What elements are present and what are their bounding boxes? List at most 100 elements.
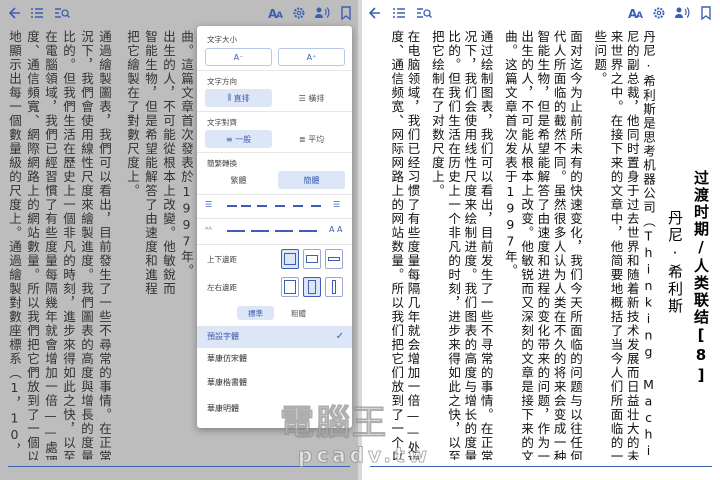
- divider: [197, 111, 352, 112]
- arrow-left-icon[interactable]: [8, 4, 22, 22]
- text-column: 度、通信頻寬、網際網路上的網站數量。所以我們把它們放到了一個以同等: [25, 30, 40, 460]
- gear-icon[interactable]: [292, 4, 306, 22]
- reading-settings-popup: 文字大小 A⁻ A⁺ 文字方向 ⫼ 直排 ☰ 橫排 文字對齊 ≡ 一般 ≣ 平均…: [197, 26, 352, 428]
- line-spacing-slider[interactable]: ☰ ☰: [205, 199, 345, 213]
- check-icon: ✓: [335, 331, 344, 342]
- right-toolbar: AA: [362, 0, 720, 26]
- read-aloud-icon[interactable]: [314, 4, 330, 22]
- text-column: 比的。但我们生活在历史上一个非凡的时刻，进步来得如此之快，以至于我们: [446, 30, 462, 460]
- text-align-controls: ≡ 一般 ≣ 平均: [205, 130, 345, 148]
- horizontal-margin-row: 左右邊距: [205, 276, 345, 298]
- line-spacing-large-icon: ☰: [333, 200, 341, 209]
- weight-standard-button[interactable]: 標準: [237, 306, 274, 320]
- text-column: 智能生物，但是希望能解答了由速度和进程的变化带来的问题，作为一个已经: [536, 30, 551, 460]
- text-column: 面对迄今为止前所未有的快速变化，我们今天所面临的问题与以往任何一: [568, 30, 583, 460]
- arrow-left-icon[interactable]: [368, 4, 382, 22]
- read-aloud-icon[interactable]: [674, 4, 690, 22]
- font-option-label: 華康楷書體: [207, 378, 247, 387]
- font-size-label: 文字大小: [207, 35, 237, 44]
- convert-simplified-button[interactable]: 簡體: [278, 171, 345, 189]
- letter-spacing-small-icon: ᴬᴬ: [205, 225, 212, 234]
- font-smaller-button[interactable]: A⁻: [205, 48, 272, 66]
- text-column: 通過繪製圖表，我們可以看出，目前發生了一些不尋常的事情。在正常: [97, 30, 112, 460]
- slider-tick: [275, 230, 293, 232]
- text-direction-controls: ⫼ 直排 ☰ 橫排: [205, 89, 345, 107]
- right-reader-panel: AA 过渡时期/人类联结[8] 丹尼·希利斯 丹尼·希利斯是思考机器公司（Thi…: [362, 0, 720, 480]
- text-column: 代人所面临的截然不同。虽然很多人认为人类在不久的将来会变成一种不同的: [552, 30, 567, 460]
- watermark-logo: 電腦王: [280, 403, 388, 444]
- text-column: 来世界之中。在接下来的文章中，他简要地概括了当今人们所面临的一: [609, 30, 624, 460]
- align-justify-button[interactable]: ≣ 平均: [278, 130, 345, 148]
- vmargin-option-medium[interactable]: [303, 249, 321, 269]
- font-option-label: 預設字體: [207, 332, 239, 341]
- text-column: 況下，我們會使用線性尺度來繪製進度。我們圖表的高度與增長的度量是成正: [79, 30, 94, 460]
- chapter-author: 丹尼·希利斯: [666, 210, 684, 315]
- svg-text:A: A: [636, 11, 643, 21]
- text-column: 曲。这篇文章首次发表于1997年。: [503, 30, 518, 278]
- font-option-fangsong[interactable]: 華康仿宋體: [197, 348, 352, 370]
- text-column: 比的。但我們生活在歷史上一個非凡的時刻，進步來得如此之快，以至於我們: [61, 30, 76, 460]
- slider-tick: [257, 205, 267, 207]
- font-option-default[interactable]: 預設字體 ✓: [197, 326, 352, 348]
- direction-vertical-button[interactable]: ⫼ 直排: [205, 89, 272, 107]
- font-size-controls: A⁻ A⁺: [205, 48, 345, 66]
- font-larger-button[interactable]: A⁺: [278, 48, 345, 66]
- direction-horizontal-label: 橫排: [308, 93, 325, 103]
- text-column: 地顯示出每一個數量級的尺度上。通過繪製對數座標系（1，10，100，: [7, 30, 22, 460]
- svg-text:A: A: [276, 11, 283, 21]
- convert-label: 簡繁轉換: [207, 159, 237, 168]
- font-size-icon[interactable]: AA: [628, 4, 644, 22]
- text-column: 出生的人，不可能從根本上改變。他敏銳而: [161, 30, 176, 296]
- font-weight-controls: 標準 粗體: [237, 306, 317, 320]
- vertical-margin-row: 上下邊距: [205, 248, 345, 270]
- divider: [197, 70, 352, 71]
- text-column: 在电脑领域，我们已经习惯了有些度量每隔几年就会增加一倍——处理器速: [406, 30, 421, 460]
- hmargin-option-medium[interactable]: [303, 277, 321, 297]
- align-normal-button[interactable]: ≡ 一般: [205, 130, 272, 148]
- bookmark-icon[interactable]: [340, 4, 352, 22]
- slider-tick: [241, 205, 251, 207]
- letter-spacing-large-icon: A A: [329, 225, 343, 234]
- hmargin-option-large[interactable]: [325, 277, 343, 297]
- bookmark-icon[interactable]: [700, 4, 712, 22]
- text-column: 智能生物，但是希望能解答了由速度和進程: [143, 30, 158, 296]
- divider: [197, 244, 352, 245]
- hmargin-option-small[interactable]: [281, 277, 299, 297]
- left-toolbar: AA: [0, 0, 358, 26]
- list-icon[interactable]: [392, 4, 406, 22]
- text-column: 通过绘制图表，我们可以看出，目前发生了一些不寻常的事情。在正常情: [479, 30, 494, 460]
- convert-traditional-button[interactable]: 繁體: [205, 171, 272, 189]
- letter-spacing-slider[interactable]: ᴬᴬ A A: [205, 224, 345, 238]
- direction-horizontal-button[interactable]: ☰ 橫排: [278, 89, 345, 107]
- line-spacing-small-icon: ☰: [205, 200, 213, 209]
- slider-tick: [299, 230, 317, 232]
- slider-tick: [251, 230, 269, 232]
- slider-tick: [293, 205, 303, 207]
- vmargin-option-small[interactable]: [281, 249, 299, 269]
- search-list-icon[interactable]: [416, 4, 432, 22]
- search-list-icon[interactable]: [54, 4, 70, 22]
- divider: [197, 194, 352, 195]
- left-text-columns: 曲。這篇文章首次發表於1997年。 出生的人，不可能從根本上改變。他敏銳而 智能…: [6, 30, 196, 460]
- text-column: 些问题。: [592, 30, 608, 86]
- vmargin-option-large[interactable]: [325, 249, 343, 269]
- slider-tick: [227, 230, 245, 232]
- list-icon[interactable]: [30, 4, 44, 22]
- text-column: 尼的副总裁，他同时置身于过去世界和随着新技术发展而日益壮大的未: [625, 30, 640, 460]
- text-column: 在電腦領域，我們已經習慣了有些度量每隔幾年就會增加一倍——處理器速: [43, 30, 58, 460]
- text-column: 曲。這篇文章首次發表於1997年。: [179, 30, 194, 278]
- reader-screen: AA 曲。這篇文章首次發表於1997年。 出生的人，不可能從根本上改變。他敏銳而…: [0, 0, 720, 480]
- gear-icon[interactable]: [652, 4, 666, 22]
- vertical-margin-label: 上下邊距: [207, 255, 237, 264]
- weight-bold-button[interactable]: 粗體: [280, 306, 317, 320]
- slider-tick: [227, 205, 237, 207]
- slider-tick: [311, 205, 321, 207]
- right-text-columns: 过渡时期/人类联结[8] 丹尼·希利斯 丹尼·希利斯是思考机器公司（Thinki…: [390, 30, 712, 460]
- align-normal-label: 一般: [235, 134, 252, 144]
- font-option-label: 華康仿宋體: [207, 354, 247, 363]
- text-column: 度、通信频宽、网际网路上的网站数量。所以我们把它们放到了一个以同等: [390, 30, 405, 460]
- font-option-kaishu[interactable]: 華康楷書體: [197, 372, 352, 394]
- font-size-icon[interactable]: AA: [268, 4, 284, 22]
- direction-vertical-label: 直排: [233, 93, 250, 103]
- text-column: 出生的人，不可能从根本上改变。他敏锐而又深刻的文章是接下来的文章的序: [519, 30, 535, 460]
